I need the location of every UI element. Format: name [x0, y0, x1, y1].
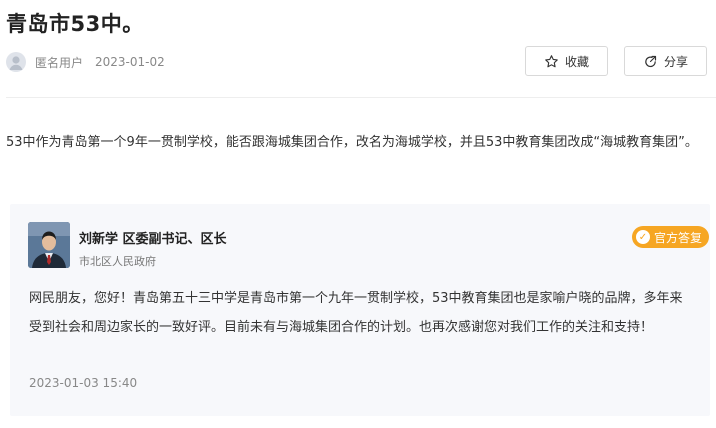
page-title: 青岛市53中。	[6, 12, 144, 36]
favorite-button[interactable]: 收藏	[525, 46, 608, 76]
divider	[6, 97, 716, 98]
official-reply: 刘新学 区委副书记、区长 市北区人民政府 ✓ 官方答复 网民朋友，您好！青岛第五…	[10, 204, 710, 416]
official-reply-badge: ✓ 官方答复	[632, 226, 710, 248]
question-text: 53中作为青岛第一个9年一贯制学校，能否跟海城集团合作，改名为海城学校，并且53…	[6, 135, 698, 150]
anonymous-avatar	[6, 52, 26, 72]
favorite-label: 收藏	[564, 54, 589, 69]
responder-avatar	[28, 222, 70, 268]
responder-name: 刘新学 区委副书记、区长	[79, 232, 227, 247]
reply-content: 网民朋友，您好！青岛第五十三中学是青岛市第一个九年一贯制学校，53中教育集团也是…	[29, 291, 683, 335]
share-button[interactable]: 分享	[624, 46, 707, 76]
author-name: 匿名用户	[35, 55, 84, 70]
share-label: 分享	[663, 54, 688, 69]
badge-label: 官方答复	[654, 230, 703, 245]
star-icon	[545, 54, 558, 67]
post-meta: 匿名用户 2023-01-02	[6, 52, 165, 72]
reply-time: 2023-01-03 15:40	[29, 376, 138, 390]
share-icon	[645, 55, 657, 67]
responder-photo	[28, 222, 70, 268]
user-icon	[9, 56, 23, 70]
checkmark-icon: ✓	[636, 230, 650, 244]
responder-org: 市北区人民政府	[79, 255, 156, 268]
post-date: 2023-01-02	[95, 55, 165, 69]
